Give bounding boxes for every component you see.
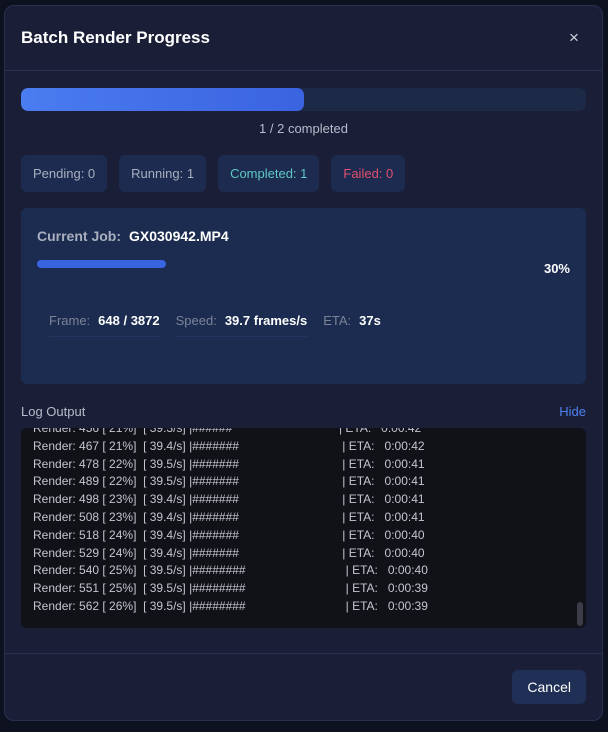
overall-progress-text: 1 / 2 completed — [259, 121, 348, 136]
eta-stat: ETA: 37s — [323, 313, 381, 337]
current-job-panel: Current Job: GX030942.MP4 30% Frame: 648 /… — [21, 208, 586, 384]
dialog-footer: Cancel — [5, 653, 602, 720]
log-line: Render: 518 [ 24%] [ 39.4/s] |####### | … — [33, 527, 425, 542]
hide-log-link[interactable]: Hide — [559, 404, 586, 419]
frame-stat: Frame: 648 / 3872 — [49, 313, 160, 337]
log-line: Render: 489 [ 22%] [ 39.5/s] |####### | … — [33, 474, 425, 489]
log-line: Render: 529 [ 24%] [ 39.4/s] |####### | … — [33, 545, 425, 560]
failed-badge: Failed: 0 — [331, 155, 406, 192]
close-icon[interactable]: × — [562, 28, 586, 48]
status-badges: Pending: 0 Running: 1 Completed: 1 Faile… — [21, 155, 586, 192]
log-line: Render: 498 [ 23%] [ 39.4/s] |####### | … — [33, 492, 425, 507]
job-percent: 30% — [543, 261, 570, 276]
completed-badge: Completed: 1 — [218, 155, 320, 192]
frame-value: 648 / 3872 — [98, 313, 160, 328]
dialog-header: Batch Render Progress × — [5, 6, 602, 71]
pending-badge: Pending: 0 — [21, 155, 108, 192]
speed-label: Speed: — [175, 313, 217, 328]
log-line: Render: 478 [ 22%] [ 39.5/s] |####### | … — [33, 456, 425, 471]
log-line: Render: 540 [ 25%] [ 39.5/s] |######## |… — [33, 563, 428, 578]
log-line: Render: 456 [ 21%] [ 39.3/s] |###### | E… — [33, 428, 422, 435]
overall-progress-bar — [21, 88, 586, 111]
speed-stat: Speed: 39.7 frames/s — [175, 313, 308, 337]
overall-progress-fill — [21, 88, 304, 111]
job-progress-bar — [37, 260, 166, 268]
log-output[interactable]: Render: 456 [ 21%] [ 39.3/s] |###### | E… — [21, 428, 586, 628]
running-badge: Running: 1 — [119, 155, 207, 192]
cancel-button[interactable]: Cancel — [512, 670, 586, 704]
frame-label: Frame: — [49, 313, 91, 328]
log-line: Render: 562 [ 26%] [ 39.5/s] |######## |… — [33, 598, 428, 613]
speed-value: 39.7 frames/s — [224, 313, 308, 328]
current-job-label: Current Job: — [37, 228, 121, 244]
eta-label: ETA: — [323, 313, 352, 328]
log-output-title: Log Output — [21, 404, 86, 419]
batch-render-dialog: Batch Render Progress × 1 / 2 completed … — [4, 5, 603, 721]
current-job-name: GX030942.MP4 — [129, 228, 229, 244]
log-line: Render: 508 [ 23%] [ 39.4/s] |####### | … — [33, 509, 425, 524]
log-scrollbar[interactable] — [577, 602, 583, 626]
log-line: Render: 467 [ 21%] [ 39.4/s] |####### | … — [33, 438, 425, 453]
eta-value: 37s — [359, 313, 381, 328]
dialog-title: Batch Render Progress — [21, 28, 210, 47]
log-line: Render: 551 [ 25%] [ 39.5/s] |######## |… — [33, 581, 428, 596]
